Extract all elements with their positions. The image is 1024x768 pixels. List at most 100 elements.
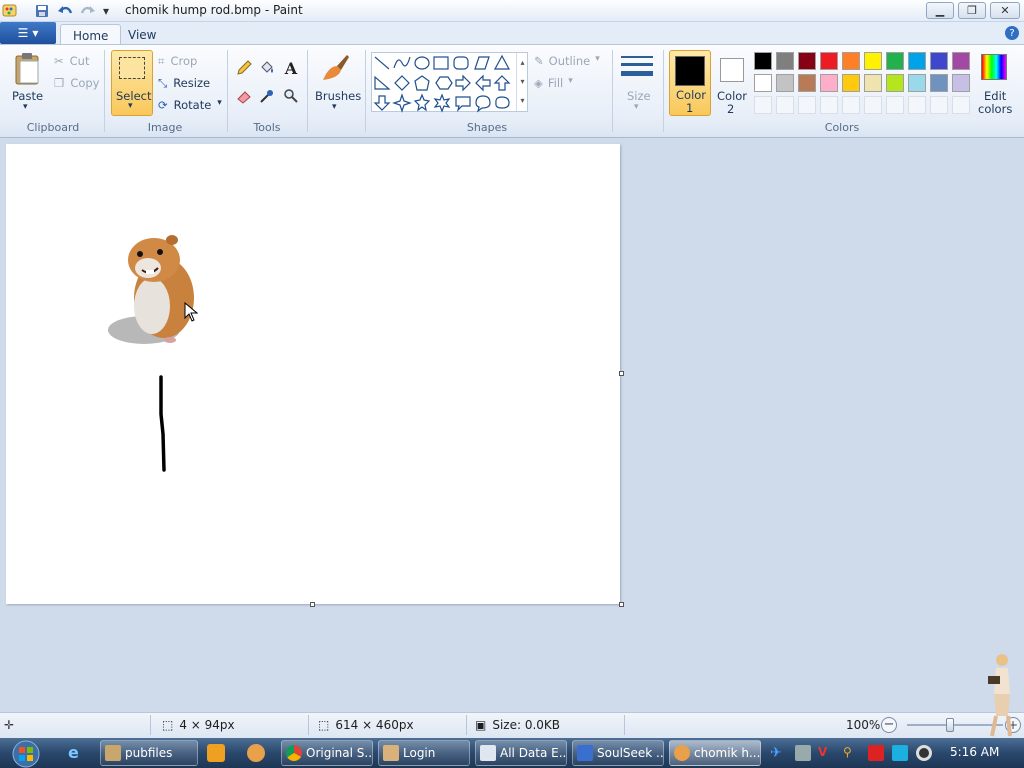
media-player-icon[interactable]: [207, 744, 225, 762]
taskbar-item-paint[interactable]: chomik h...: [669, 740, 761, 766]
taskbar-item-soulseek[interactable]: SoulSeek ...: [572, 740, 664, 766]
help-icon[interactable]: ?: [1005, 26, 1019, 40]
edit-colors-button[interactable]: Edit colors: [976, 52, 1012, 116]
crop-button[interactable]: ⌗ Crop: [158, 54, 197, 69]
internet-explorer-icon[interactable]: e: [68, 743, 88, 763]
redo-icon[interactable]: [80, 3, 96, 19]
custom-color-slot[interactable]: [864, 96, 882, 114]
taskbar-item-chrome[interactable]: Original S...: [281, 740, 373, 766]
palette-swatch[interactable]: [908, 74, 926, 92]
restore-button[interactable]: ❐: [958, 2, 986, 19]
color-2-number: 2: [727, 102, 735, 116]
paint-app-icon[interactable]: [2, 3, 18, 19]
divider: [365, 50, 366, 132]
taskbar-item-pubfiles[interactable]: pubfiles: [100, 740, 198, 766]
palette-swatch[interactable]: [930, 74, 948, 92]
select-button[interactable]: Select ▾: [111, 50, 153, 116]
cut-button[interactable]: ✂ Cut: [54, 54, 89, 68]
taskbar-clock[interactable]: 5:16 AM: [950, 745, 999, 759]
network-icon[interactable]: ✈: [770, 745, 786, 761]
resize-handle-corner[interactable]: [619, 602, 624, 607]
save-icon[interactable]: [34, 3, 50, 19]
size-button[interactable]: Size ▾: [617, 52, 657, 114]
tab-view[interactable]: View: [116, 24, 168, 45]
palette-swatch[interactable]: [776, 74, 794, 92]
palette-swatch[interactable]: [842, 52, 860, 70]
magnifier-icon[interactable]: [281, 86, 301, 106]
rotate-icon: ⟳: [158, 98, 168, 112]
custom-color-slot[interactable]: [842, 96, 860, 114]
undo-icon[interactable]: [57, 3, 73, 19]
paint-taskbar-icon[interactable]: [247, 744, 265, 762]
zoom-out-button[interactable]: −: [881, 717, 897, 733]
color-picker-icon[interactable]: [257, 86, 277, 106]
resize-handle-right[interactable]: [619, 371, 624, 376]
disk-icon: ▣: [475, 718, 487, 732]
pencil-icon[interactable]: [234, 58, 254, 78]
brushes-button[interactable]: Brushes ▾: [312, 52, 361, 114]
canvas-size-text: 614 × 460px: [335, 718, 414, 732]
palette-swatch[interactable]: [754, 74, 772, 92]
clipboard-group-label: Clipboard: [26, 121, 80, 134]
palette-swatch[interactable]: [930, 52, 948, 70]
palette-swatch[interactable]: [776, 52, 794, 70]
palette-swatch[interactable]: [820, 74, 838, 92]
tray-v-icon[interactable]: V: [818, 745, 834, 761]
palette-swatch[interactable]: [886, 52, 904, 70]
palette-swatch[interactable]: [908, 52, 926, 70]
drawing-canvas[interactable]: [6, 144, 620, 604]
palette-swatch[interactable]: [864, 52, 882, 70]
palette-swatch[interactable]: [754, 52, 772, 70]
paint-menu-button[interactable]: ☰ ▾: [0, 22, 56, 44]
palette-swatch[interactable]: [886, 74, 904, 92]
outline-button[interactable]: ✎ Outline ▾: [534, 54, 600, 68]
custom-color-slot[interactable]: [952, 96, 970, 114]
text-tool-icon[interactable]: A: [281, 58, 301, 78]
window-icon: [480, 745, 496, 761]
palette-swatch[interactable]: [798, 52, 816, 70]
chevron-down-icon: ▾: [128, 101, 133, 111]
divider: [307, 50, 308, 132]
zoom-slider-thumb[interactable]: [946, 718, 954, 732]
zoom-level: 100%: [846, 718, 881, 732]
custom-color-slot[interactable]: [886, 96, 904, 114]
custom-color-slot[interactable]: [930, 96, 948, 114]
volume-icon[interactable]: [916, 745, 932, 761]
custom-color-slot[interactable]: [820, 96, 838, 114]
resize-handle-bottom[interactable]: [310, 602, 315, 607]
copy-button[interactable]: ❐ Copy: [54, 76, 99, 90]
tab-home[interactable]: Home: [60, 24, 122, 45]
shapes-scroll[interactable]: ▴ ▾ ▾: [516, 53, 528, 111]
resize-button[interactable]: ⤡ Resize: [158, 76, 210, 91]
fill-bucket-icon[interactable]: [257, 58, 277, 78]
palette-swatch[interactable]: [842, 74, 860, 92]
size-label: Size: [627, 89, 651, 103]
paste-button[interactable]: Paste ▾: [8, 52, 48, 112]
close-button[interactable]: ✕: [990, 2, 1020, 19]
tray-app-icon[interactable]: [795, 745, 811, 761]
minus-icon: −: [883, 717, 895, 732]
taskbar-item-data[interactable]: All Data E...: [475, 740, 567, 766]
flag-icon[interactable]: [868, 745, 884, 761]
custom-color-slot[interactable]: [798, 96, 816, 114]
palette-swatch[interactable]: [798, 74, 816, 92]
minimize-button[interactable]: ▁: [926, 2, 954, 19]
custom-color-slot[interactable]: [754, 96, 772, 114]
custom-color-slot[interactable]: [908, 96, 926, 114]
display-icon[interactable]: [892, 745, 908, 761]
color-1-button[interactable]: Color 1: [669, 50, 711, 116]
tray-search-icon[interactable]: ⚲: [843, 745, 859, 761]
customize-qat-icon[interactable]: ▾: [98, 3, 114, 19]
palette-swatch[interactable]: [952, 74, 970, 92]
fill-button[interactable]: ◈ Fill ▾: [534, 76, 573, 90]
start-button[interactable]: [4, 739, 48, 768]
rotate-button[interactable]: ⟳ Rotate ▾: [158, 98, 222, 112]
paste-label: Paste: [12, 89, 44, 103]
palette-swatch[interactable]: [820, 52, 838, 70]
taskbar-item-login[interactable]: Login: [378, 740, 470, 766]
color-2-button[interactable]: Color 2: [714, 50, 750, 116]
eraser-icon[interactable]: [234, 86, 254, 106]
custom-color-slot[interactable]: [776, 96, 794, 114]
palette-swatch[interactable]: [864, 74, 882, 92]
palette-swatch[interactable]: [952, 52, 970, 70]
